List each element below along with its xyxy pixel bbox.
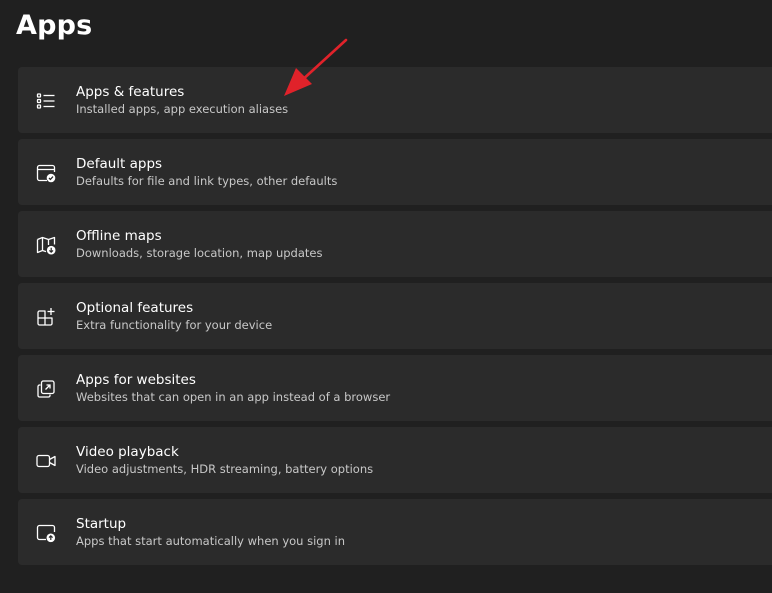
setting-item-default-apps[interactable]: Default apps Defaults for file and link … xyxy=(18,139,772,205)
setting-item-subtitle: Downloads, storage location, map updates xyxy=(76,246,323,260)
setting-item-subtitle: Defaults for file and link types, other … xyxy=(76,174,338,188)
default-apps-icon xyxy=(35,162,57,184)
setting-item-title: Default apps xyxy=(76,156,163,172)
setting-item-optional-features[interactable]: Optional features Extra functionality fo… xyxy=(18,283,772,349)
setting-item-subtitle: Extra functionality for your device xyxy=(76,318,273,332)
setting-item-subtitle: Websites that can open in an app instead… xyxy=(76,390,391,404)
map-download-icon xyxy=(35,234,57,256)
setting-item-subtitle: Installed apps, app execution aliases xyxy=(76,102,289,116)
setting-item-startup[interactable]: Startup Apps that start automatically wh… xyxy=(18,499,772,565)
open-in-app-icon xyxy=(35,378,57,400)
add-grid-icon xyxy=(35,306,57,328)
startup-icon xyxy=(35,522,57,544)
list-icon xyxy=(35,90,57,112)
settings-list: Apps & features Installed apps, app exec… xyxy=(18,67,772,571)
setting-item-video-playback[interactable]: Video playback Video adjustments, HDR st… xyxy=(18,427,772,493)
setting-item-title: Offline maps xyxy=(76,228,162,244)
setting-item-subtitle: Apps that start automatically when you s… xyxy=(76,534,346,548)
video-camera-icon xyxy=(35,450,57,472)
setting-item-title: Apps & features xyxy=(76,84,185,100)
page-title: Apps xyxy=(16,10,93,41)
setting-item-title: Video playback xyxy=(76,444,179,460)
setting-item-subtitle: Video adjustments, HDR streaming, batter… xyxy=(76,462,374,476)
setting-item-title: Apps for websites xyxy=(76,372,196,388)
setting-item-title: Startup xyxy=(76,516,127,532)
setting-item-offline-maps[interactable]: Offline maps Downloads, storage location… xyxy=(18,211,772,277)
setting-item-apps-features[interactable]: Apps & features Installed apps, app exec… xyxy=(18,67,772,133)
setting-item-apps-for-websites[interactable]: Apps for websites Websites that can open… xyxy=(18,355,772,421)
setting-item-title: Optional features xyxy=(76,300,194,316)
